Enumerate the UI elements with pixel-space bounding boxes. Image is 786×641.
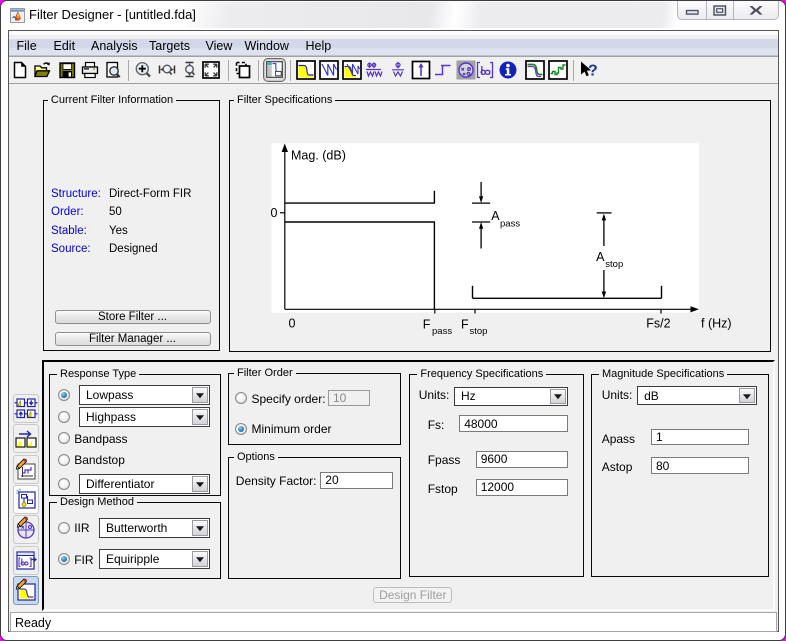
svg-text:stop: stop [605,259,623,270]
svg-text:?: ? [588,63,598,80]
svg-text:Mag. (dB): Mag. (dB) [291,148,346,162]
svg-text:A: A [596,250,605,264]
svg-text:F: F [461,317,469,331]
svg-text:0: 0 [288,316,295,330]
svg-text:0: 0 [270,206,277,220]
svg-text:Fs/2: Fs/2 [646,316,670,330]
svg-text:stop: stop [469,326,487,337]
svg-text:pass: pass [432,326,452,337]
svg-text:pass: pass [500,218,520,229]
svg-text:A: A [491,209,500,223]
svg-text:f (Hz): f (Hz) [701,316,732,330]
svg-text:F: F [422,317,430,331]
